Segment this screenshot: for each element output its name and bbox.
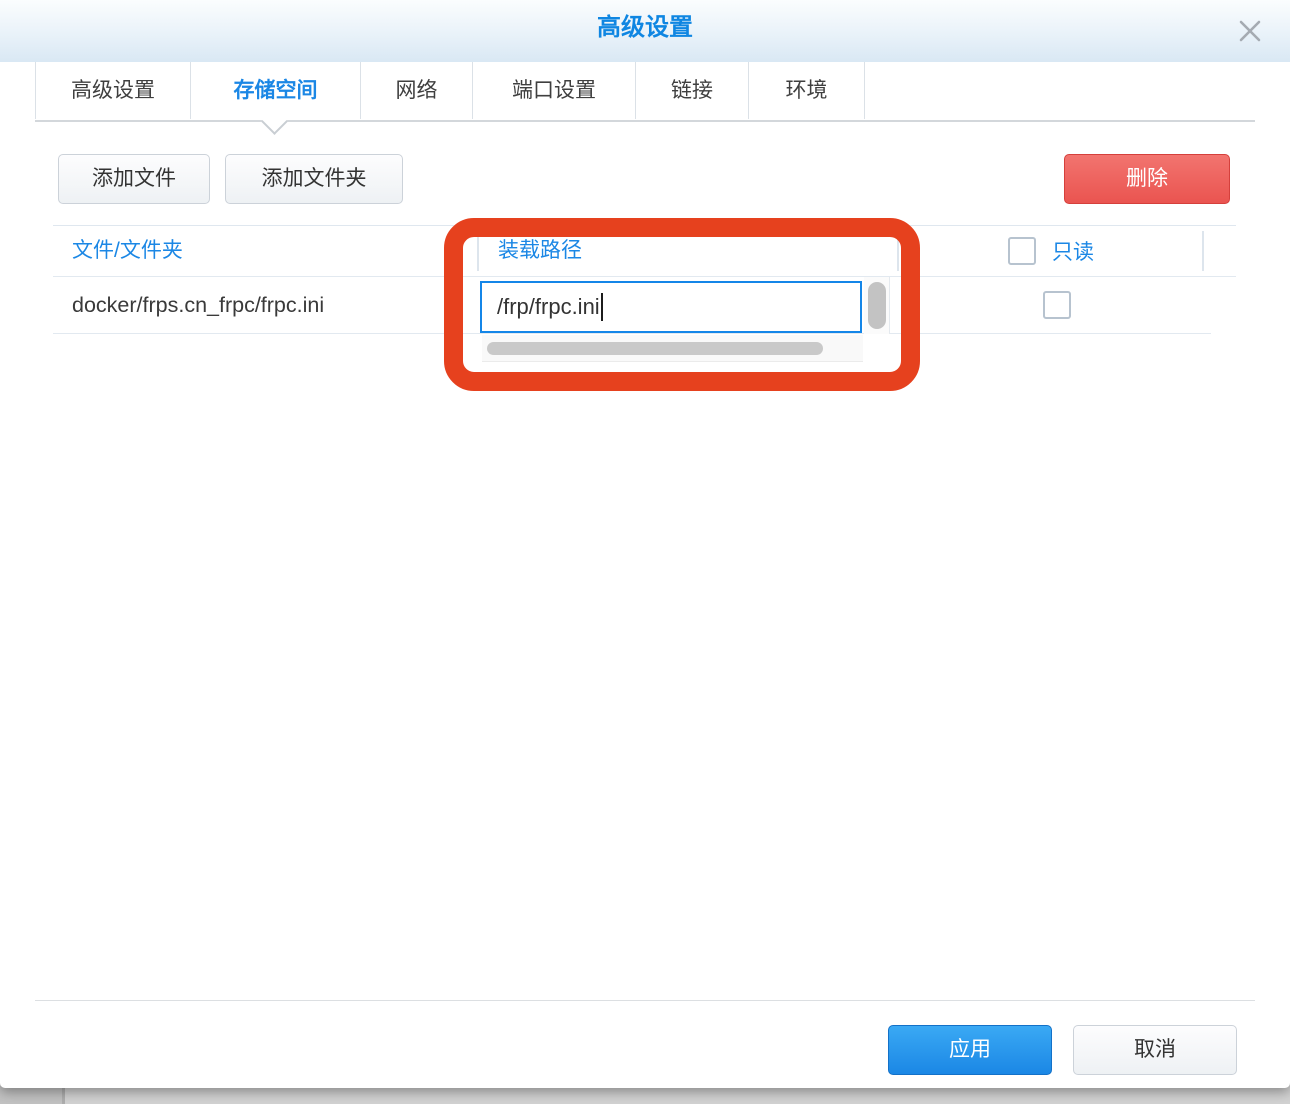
tab-port-settings[interactable]: 端口设置 bbox=[472, 62, 635, 119]
tab-environment[interactable]: 环境 bbox=[748, 62, 865, 119]
delete-button[interactable]: 删除 bbox=[1064, 154, 1230, 204]
horizontal-scrollbar-thumb[interactable] bbox=[487, 342, 823, 355]
vertical-scrollbar-thumb[interactable] bbox=[868, 282, 886, 329]
file-path-cell: docker/frps.cn_frpc/frpc.ini bbox=[72, 293, 325, 317]
readonly-checkbox[interactable] bbox=[1043, 291, 1071, 319]
apply-button[interactable]: 应用 bbox=[888, 1025, 1052, 1075]
text-caret bbox=[600, 293, 603, 321]
readonly-header-label[interactable]: 只读 bbox=[1052, 236, 1094, 266]
advanced-settings-dialog: 高级设置 高级设置 存储空间 网络 端口设置 链接 环境 添加文件 添加文件夹 … bbox=[0, 0, 1290, 1088]
desktop-background-left bbox=[0, 1086, 62, 1104]
mount-path-value: /frp/frpc.ini bbox=[497, 294, 600, 319]
tab-bar: 高级设置 存储空间 网络 端口设置 链接 环境 bbox=[35, 62, 865, 120]
column-header-readonly: 只读 bbox=[1008, 226, 1094, 276]
cancel-button[interactable]: 取消 bbox=[1073, 1025, 1237, 1075]
horizontal-scrollbar[interactable] bbox=[482, 335, 863, 362]
add-folder-button[interactable]: 添加文件夹 bbox=[225, 154, 403, 204]
readonly-cell bbox=[1043, 291, 1071, 319]
dialog-header: 高级设置 bbox=[0, 0, 1290, 62]
column-divider bbox=[477, 231, 479, 271]
column-header-mount-path[interactable]: 装载路径 bbox=[498, 226, 582, 276]
dialog-title: 高级设置 bbox=[597, 14, 693, 41]
tab-advanced-settings[interactable]: 高级设置 bbox=[35, 62, 190, 119]
column-header-file[interactable]: 文件/文件夹 bbox=[72, 226, 183, 276]
tab-bar-underline bbox=[35, 120, 1255, 122]
tab-links[interactable]: 链接 bbox=[635, 62, 748, 119]
tab-network[interactable]: 网络 bbox=[360, 62, 472, 119]
vertical-scrollbar[interactable] bbox=[864, 277, 890, 334]
readonly-select-all-checkbox[interactable] bbox=[1008, 237, 1036, 265]
column-divider bbox=[897, 231, 899, 271]
column-divider bbox=[1202, 231, 1204, 271]
footer-divider bbox=[35, 1000, 1255, 1001]
desktop-background-divider bbox=[62, 1086, 65, 1104]
mount-path-input[interactable]: /frp/frpc.ini bbox=[480, 281, 862, 333]
add-file-button[interactable]: 添加文件 bbox=[58, 154, 210, 204]
table-header: 文件/文件夹 装载路径 只读 bbox=[53, 225, 1236, 277]
close-icon[interactable] bbox=[1234, 15, 1266, 47]
